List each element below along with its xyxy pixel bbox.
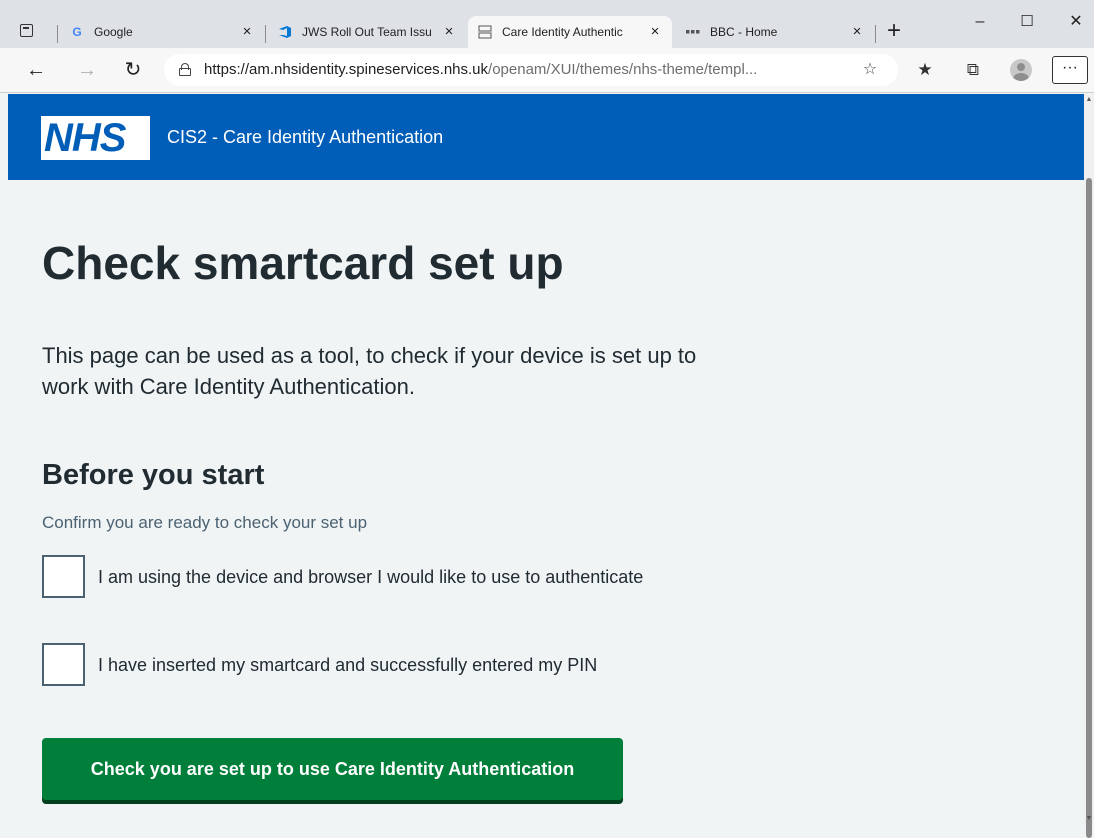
checkbox-label[interactable]: I am using the device and browser I woul…	[98, 564, 718, 590]
web-page: NHS CIS2 - Care Identity Authentication …	[8, 94, 1084, 825]
tab-close-icon[interactable]: ×	[648, 24, 662, 40]
page-scrollbar[interactable]: ▲ ▼	[1084, 94, 1094, 838]
tab-close-icon[interactable]: ×	[850, 24, 864, 40]
tab-close-icon[interactable]: ×	[442, 24, 456, 40]
scroll-thumb[interactable]	[1086, 178, 1092, 838]
url-path: /openam/XUI/themes/nhs-theme/templ...	[488, 61, 758, 78]
bbc-favicon-icon	[686, 25, 700, 39]
tab-title: JWS Roll Out Team Issu	[302, 25, 432, 39]
back-button[interactable]: ←	[24, 58, 48, 82]
intro-text: This page can be used as a tool, to chec…	[42, 343, 697, 399]
collections-icon[interactable]: ⧉	[961, 58, 985, 82]
service-name[interactable]: CIS2 - Care Identity Authentication	[167, 126, 443, 148]
maximize-button[interactable]: ☐	[1017, 12, 1037, 32]
nhs-logo-text: NHS	[44, 116, 126, 160]
tab-jws-roll-out[interactable]: JWS Roll Out Team Issu ×	[268, 16, 464, 48]
url-text[interactable]: https://am.nhsidentity.spineservices.nhs…	[204, 61, 757, 79]
tab-actions-icon	[20, 24, 33, 37]
tab-bbc-home[interactable]: BBC - Home ×	[676, 16, 872, 48]
lock-icon[interactable]	[179, 63, 191, 76]
page-title: Check smartcard set up	[42, 237, 564, 289]
tab-close-icon[interactable]: ×	[240, 24, 254, 40]
profile-avatar[interactable]	[1010, 59, 1032, 81]
scroll-up-arrow-icon[interactable]: ▲	[1085, 96, 1093, 104]
address-bar[interactable]: https://am.nhsidentity.spineservices.nhs…	[164, 54, 898, 86]
favorites-icon[interactable]: ★	[913, 58, 937, 82]
browser-toolbar: ← → ↻ https://am.nhsidentity.spineservic…	[0, 48, 1094, 93]
tab-title: Care Identity Authentic	[502, 25, 623, 39]
scroll-down-arrow-icon[interactable]: ▼	[1085, 815, 1093, 823]
tab-separator	[875, 25, 876, 43]
check-setup-button[interactable]: Check you are set up to use Care Identit…	[42, 738, 623, 800]
checkbox-input[interactable]	[42, 555, 85, 598]
close-window-button[interactable]: ✕	[1066, 12, 1086, 32]
cis2-favicon-icon	[478, 25, 492, 39]
minimize-button[interactable]: –	[970, 12, 990, 32]
tab-separator	[265, 25, 266, 43]
nhs-logo[interactable]: NHS	[41, 116, 150, 160]
settings-more-button[interactable]: ···	[1052, 56, 1088, 84]
nhs-header: NHS CIS2 - Care Identity Authentication	[8, 94, 1084, 180]
url-domain: https://am.nhsidentity.spineservices.nhs…	[204, 61, 489, 78]
tab-care-identity-authentication[interactable]: Care Identity Authentic ×	[468, 16, 672, 48]
tab-title: Google	[94, 25, 133, 39]
checkbox-input[interactable]	[42, 643, 85, 686]
checkbox-label[interactable]: I have inserted my smartcard and success…	[98, 652, 718, 678]
new-tab-button[interactable]: +	[882, 19, 906, 44]
google-favicon-icon: G	[72, 25, 82, 39]
tab-actions-menu-button[interactable]	[20, 24, 42, 42]
add-favorite-icon[interactable]: ☆	[860, 60, 880, 80]
refresh-button[interactable]: ↻	[121, 58, 145, 82]
browser-tab-strip: G Google × JWS Roll Out Team Issu × Care…	[0, 0, 1094, 48]
checkbox-hint: Confirm you are ready to check your set …	[42, 513, 368, 532]
section-title: Before you start	[42, 459, 265, 491]
azure-devops-favicon-icon	[278, 25, 292, 39]
tab-separator	[57, 25, 58, 43]
tab-title: BBC - Home	[710, 25, 778, 39]
tab-google[interactable]: G Google ×	[60, 16, 264, 48]
forward-button[interactable]: →	[75, 58, 99, 82]
